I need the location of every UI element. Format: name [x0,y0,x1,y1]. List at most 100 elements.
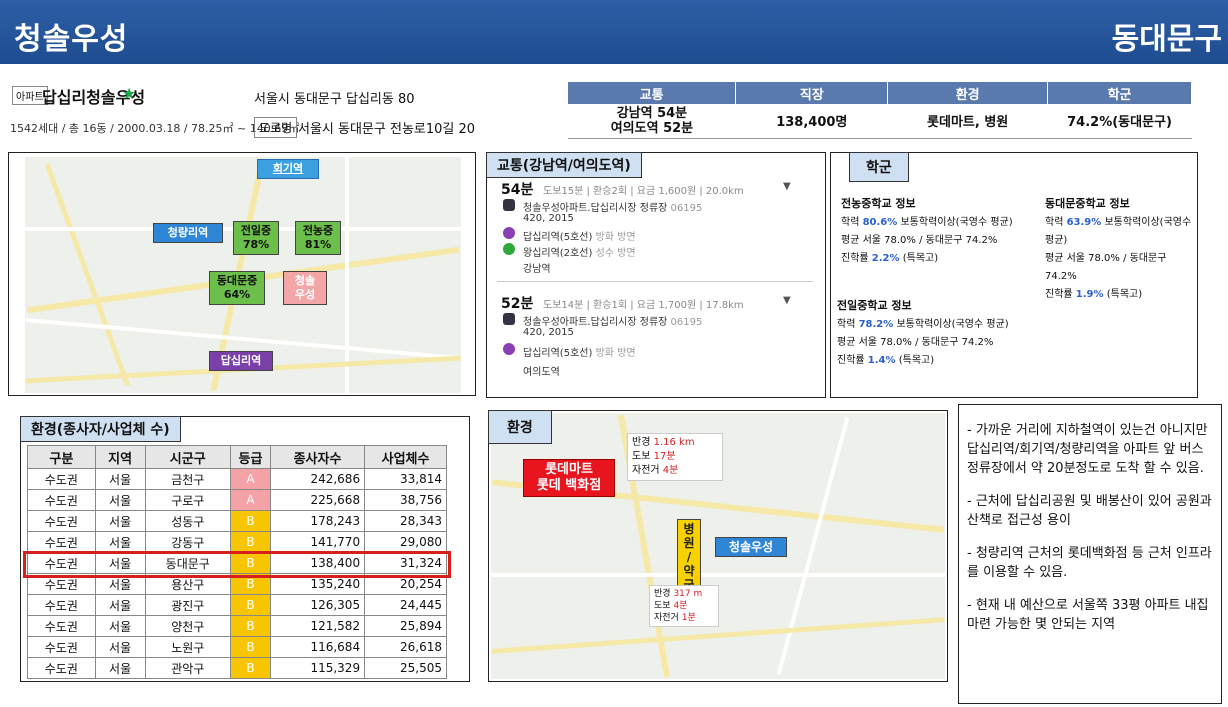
env-label-apt: 청솔우성 [715,537,787,557]
employment-title: 환경(종사자/사업체 수) [20,416,181,442]
env-map-box: 환경 반경 1.16 km 도보 17분 자전거 4분 롯데마트 롯데 백화점 … [488,410,948,682]
table-cell: 38,756 [364,489,447,511]
traffic-box: 교통(강남역/여의도역) 54분 도보15분 | 환승2회 | 요금 1,600… [486,152,826,398]
school-title: 학군 [849,152,909,182]
summary-env: 롯데마트, 병원 [887,104,1048,139]
route2-s1: 답십리역(5호선) 방화 방면 [523,348,636,359]
route2-s2: 여의도역 [523,367,560,378]
map-label-dapsimni: 답십리역 [209,351,273,371]
table-cell: 33,814 [364,468,447,490]
env-radius-card-2: 반경 317 m 도보 4분 자전거 1분 [649,585,719,627]
map-school-jeonnong: 전농중 81% [295,221,341,255]
table-row: 수도권 서울 강동구 B 141,770 29,080 [27,531,447,553]
table-cell: 25,894 [364,615,447,637]
note-1: - 가까운 거리에 지하철역이 있는건 아니지만 답십리역/회기역/청량리역을 … [967,423,1208,476]
table-cell: 관악구 [144,657,231,679]
route1-expand-icon[interactable]: ▼ [783,181,791,192]
table-cell: 서울 [94,636,146,658]
table-cell: 24,445 [364,594,447,616]
route1-s2: 왕십리역(2호선) 성수 방면 [523,248,636,259]
map-school-dongdaemun: 동대문중 64% [209,271,265,305]
table-cell: 178,243 [269,510,366,532]
table-cell: 서울 [94,657,146,679]
employment-header: 등급 [229,445,271,469]
table-cell: 광진구 [144,594,231,616]
highlight-row-frame [23,551,451,578]
employment-header: 사업체수 [364,445,447,469]
employment-header: 구분 [27,445,96,469]
route1-stop: 청솔우성아파트.답십리시장 정류장 06195 [523,203,703,214]
route2-time: 52분 [501,296,534,312]
table-cell: 서울 [94,468,146,490]
summary-header-jobs: 직장 [735,82,889,104]
table-cell: 242,686 [269,468,366,490]
table-cell: 115,329 [269,657,366,679]
summary-jobs: 138,400명 [735,104,888,139]
table-cell: B [229,594,271,616]
table-cell: 수도권 [27,636,96,658]
table-cell: B [229,531,271,553]
employment-header: 시군구 [144,445,231,469]
summary-header-env: 환경 [887,82,1049,104]
school-dongdaemun: 동대문중학교 정보 학력 63.9% 보통학력이상(국영수 평균) 평균 서울 … [1045,197,1192,300]
table-cell: 29,080 [364,531,447,553]
env-label-mart: 롯데마트 롯데 백화점 [523,459,615,497]
table-cell: 수도권 [27,468,96,490]
table-cell: 25,505 [364,657,447,679]
table-cell: 양천구 [144,615,231,637]
table-row: 수도권 서울 광진구 B 126,305 24,445 [27,594,447,616]
route1-detail: 도보15분 | 환승2회 | 요금 1,600원 | 20.0km [543,186,744,197]
table-cell: 26,618 [364,636,447,658]
table-cell: B [229,636,271,658]
school-box: 학군 전농중학교 정보 학력 80.6% 보통학력이상(국영수 평균) 평균 서… [830,152,1198,398]
route2-expand-icon[interactable]: ▼ [783,295,791,306]
table-cell: 수도권 [27,657,96,679]
route2-bus: 420, 2015 [523,327,574,338]
table-cell: 금천구 [144,468,231,490]
table-row: 수도권 서울 노원구 B 116,684 26,618 [27,636,447,658]
page-title: 청솔우성 [14,22,129,57]
traffic-title: 교통(강남역/여의도역) [486,152,642,178]
table-cell: 서울 [94,594,146,616]
map-label-apt: 청솔 우성 [283,271,327,305]
line5-icon [503,227,515,239]
map-label-hoegi: 회기역 [257,159,319,179]
table-cell: 116,684 [269,636,366,658]
table-row: 수도권 서울 관악구 B 115,329 25,505 [27,657,447,679]
bus-icon [503,313,515,325]
road-badge: 도로명 [254,117,298,138]
summary-school: 74.2%(동대문구) [1047,104,1192,139]
bus-icon [503,199,515,211]
table-row: 수도권 서울 금천구 A 242,686 33,814 [27,468,447,490]
table-cell: 서울 [94,615,146,637]
note-2: - 근처에 답십리공원 및 배봉산이 있어 공원과 산책로 접근성 용이 [967,494,1212,528]
table-cell: 수도권 [27,594,96,616]
table-cell: 121,582 [269,615,366,637]
employment-header: 종사자수 [269,445,366,469]
table-cell: 126,305 [269,594,366,616]
school-jeonnong: 전농중학교 정보 학력 80.6% 보통학력이상(국영수 평균) 평균 서울 7… [841,197,1013,264]
route1-time: 54분 [501,182,534,198]
table-cell: B [229,615,271,637]
table-cell: 225,668 [269,489,366,511]
env-radius-card: 반경 1.16 km 도보 17분 자전거 4분 [627,433,723,481]
line5-icon [503,343,515,355]
summary-header-traffic: 교통 [568,82,737,104]
table-cell: 노원구 [144,636,231,658]
table-row: 수도권 서울 양천구 B 121,582 25,894 [27,615,447,637]
table-cell: 성동구 [144,510,231,532]
route1-bus: 420, 2015 [523,213,574,224]
road-address: 서울시 동대문구 전농로10길 20 [298,122,476,137]
map-school-jeonil: 전일중 78% [233,221,279,255]
route1-s1: 답십리역(5호선) 방화 방면 [523,232,636,243]
summary-traffic: 강남역 54분 여의도역 52분 [568,104,736,139]
route2-detail: 도보14분 | 환승1회 | 요금 1,700원 | 17.8km [543,300,744,311]
school-jeonil: 전일중학교 정보 학력 78.2% 보통학력이상(국영수 평균) 평균 서울 7… [837,299,1009,366]
note-3: - 청량리역 근처의 롯데백화점 등 근처 인프라를 이용할 수 있음. [967,546,1212,580]
summary-table: 교통 직장 환경 학군 강남역 54분 여의도역 52분 138,400명 롯데마… [568,82,1192,139]
location-map-box: 회기역 청량리역 답십리역 청솔 우성 전일중 78% 전농중 81% 동대문중 64… [8,152,476,396]
header-bar: 청솔우성 동대문구 [0,0,1228,64]
table-cell: 서울 [94,489,146,511]
employment-header: 지역 [94,445,146,469]
table-cell: 28,343 [364,510,447,532]
